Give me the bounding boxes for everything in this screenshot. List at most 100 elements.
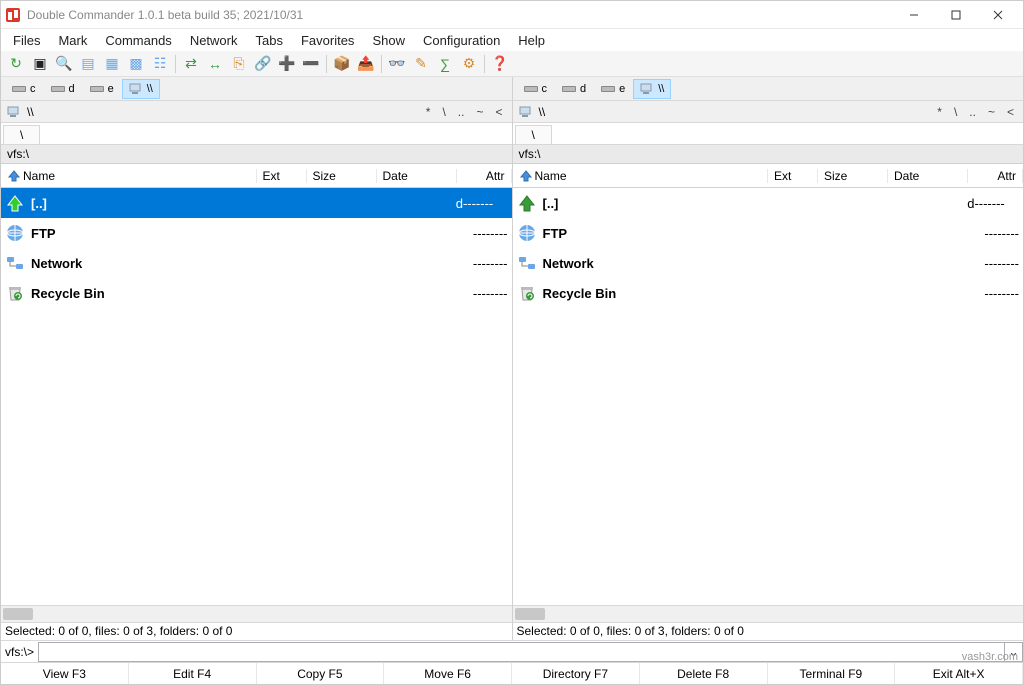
col-date[interactable]: Date [377, 169, 457, 183]
pack-icon[interactable]: 📦 [331, 53, 353, 75]
minimize-button[interactable] [893, 2, 935, 28]
nav-btn-1[interactable]: .. [966, 105, 979, 119]
add-icon[interactable]: ➕ [276, 53, 298, 75]
left-drive-e[interactable]: e [83, 79, 121, 99]
bin-icon [517, 283, 537, 303]
right-drive-d[interactable]: d [555, 79, 593, 99]
left-file-list[interactable]: [..] d-------FTP --------Network -------… [1, 188, 512, 605]
nav-btn-2[interactable]: ~ [985, 105, 998, 119]
col-size[interactable]: Size [818, 169, 888, 183]
left-panel: cde\\ \\ * \..~<\vfs:\Name Ext Size Date… [1, 77, 513, 640]
left-path-bar: \\ * \.. ~ < [1, 101, 512, 123]
menu-mark[interactable]: Mark [50, 31, 95, 50]
list-item[interactable]: FTP -------- [1, 218, 512, 248]
tree-icon[interactable]: ☷ [149, 53, 171, 75]
favorite-star-icon[interactable]: * [934, 105, 945, 119]
brief-view-icon[interactable]: ▤ [77, 53, 99, 75]
item-name: Network [543, 256, 594, 271]
link-icon[interactable]: 🔗 [252, 53, 274, 75]
command-input[interactable] [38, 642, 1005, 662]
right-location-label[interactable]: vfs:\ [513, 145, 1024, 164]
list-item[interactable]: Recycle Bin -------- [513, 278, 1024, 308]
fkey-edit[interactable]: Edit F4 [129, 663, 257, 684]
scroll-left-icon[interactable] [3, 608, 33, 620]
fkey-terminal[interactable]: Terminal F9 [768, 663, 896, 684]
left-location-label[interactable]: vfs:\ [1, 145, 512, 164]
col-date[interactable]: Date [888, 169, 968, 183]
terminal-icon[interactable]: ▣ [29, 53, 51, 75]
left-drive-netnet[interactable]: \\ [122, 79, 160, 99]
col-attr[interactable]: Attr [968, 169, 1023, 183]
right-file-list[interactable]: [..] d-------FTP --------Network -------… [513, 188, 1024, 605]
up-icon [5, 193, 25, 213]
nav-btn-3[interactable]: < [492, 105, 505, 119]
fkey-copy[interactable]: Copy F5 [257, 663, 385, 684]
refresh-icon[interactable]: ↻ [5, 53, 27, 75]
path-text[interactable]: \\ [539, 105, 546, 119]
menu-network[interactable]: Network [182, 31, 246, 50]
list-item[interactable]: [..] d------- [513, 188, 1024, 218]
nav-btn-3[interactable]: < [1004, 105, 1017, 119]
compare-icon[interactable]: 👓 [386, 53, 408, 75]
remove-icon[interactable]: ➖ [300, 53, 322, 75]
menu-show[interactable]: Show [364, 31, 413, 50]
maximize-button[interactable] [935, 2, 977, 28]
list-item[interactable]: Recycle Bin -------- [1, 278, 512, 308]
list-item[interactable]: FTP -------- [513, 218, 1024, 248]
menu-files[interactable]: Files [5, 31, 48, 50]
search-icon[interactable]: 🔍 [53, 53, 75, 75]
nav-btn-2[interactable]: ~ [473, 105, 486, 119]
right-drive-e[interactable]: e [594, 79, 632, 99]
col-name[interactable]: Name [513, 169, 769, 183]
drive-icon [562, 84, 576, 94]
list-item[interactable]: Network -------- [1, 248, 512, 278]
path-text[interactable]: \\ [27, 105, 34, 119]
swap-icon[interactable]: ↔ [204, 53, 226, 75]
left-tab[interactable]: \ [3, 125, 40, 144]
right-drive-netnet[interactable]: \\ [633, 79, 671, 99]
nav-btn-1[interactable]: .. [455, 105, 468, 119]
left-h-scrollbar[interactable] [1, 605, 512, 622]
list-item[interactable]: Network -------- [513, 248, 1024, 278]
menu-commands[interactable]: Commands [97, 31, 179, 50]
nav-btn-0[interactable]: \ [439, 105, 448, 119]
menu-help[interactable]: Help [510, 31, 553, 50]
fkey-directory[interactable]: Directory F7 [512, 663, 640, 684]
fkey-exit[interactable]: Exit Alt+X [895, 663, 1023, 684]
col-ext[interactable]: Ext [768, 169, 818, 183]
menu-tabs[interactable]: Tabs [248, 31, 291, 50]
col-name[interactable]: Name [1, 169, 257, 183]
right-drive-c[interactable]: c [517, 79, 555, 99]
col-size[interactable]: Size [307, 169, 377, 183]
thumb-view-icon[interactable]: ▩ [125, 53, 147, 75]
drive-icon [129, 83, 143, 95]
menu-favorites[interactable]: Favorites [293, 31, 362, 50]
titlebar: Double Commander 1.0.1 beta build 35; 20… [1, 1, 1023, 29]
unpack-icon[interactable]: 📤 [355, 53, 377, 75]
close-button[interactable] [977, 2, 1019, 28]
fkey-move[interactable]: Move F6 [384, 663, 512, 684]
calc-icon[interactable]: ∑ [434, 53, 456, 75]
left-drive-c[interactable]: c [5, 79, 43, 99]
fkey-view[interactable]: View F3 [1, 663, 129, 684]
item-name: Recycle Bin [543, 286, 617, 301]
full-view-icon[interactable]: ▦ [101, 53, 123, 75]
right-h-scrollbar[interactable] [513, 605, 1024, 622]
col-attr[interactable]: Attr [457, 169, 512, 183]
help-icon[interactable]: ❓ [489, 53, 511, 75]
col-ext[interactable]: Ext [257, 169, 307, 183]
settings-icon[interactable]: ⚙ [458, 53, 480, 75]
menu-configuration[interactable]: Configuration [415, 31, 508, 50]
scroll-left-icon[interactable] [515, 608, 545, 620]
nav-btn-0[interactable]: \ [951, 105, 960, 119]
copy-icon[interactable]: ⎘ [228, 53, 250, 75]
right-tab[interactable]: \ [515, 125, 552, 144]
sync-icon[interactable]: ⇄ [180, 53, 202, 75]
multi-rename-icon[interactable]: ✎ [410, 53, 432, 75]
item-name: [..] [31, 196, 47, 211]
net-icon [517, 253, 537, 273]
list-item[interactable]: [..] d------- [1, 188, 512, 218]
fkey-delete[interactable]: Delete F8 [640, 663, 768, 684]
favorite-star-icon[interactable]: * [423, 105, 434, 119]
left-drive-d[interactable]: d [44, 79, 82, 99]
